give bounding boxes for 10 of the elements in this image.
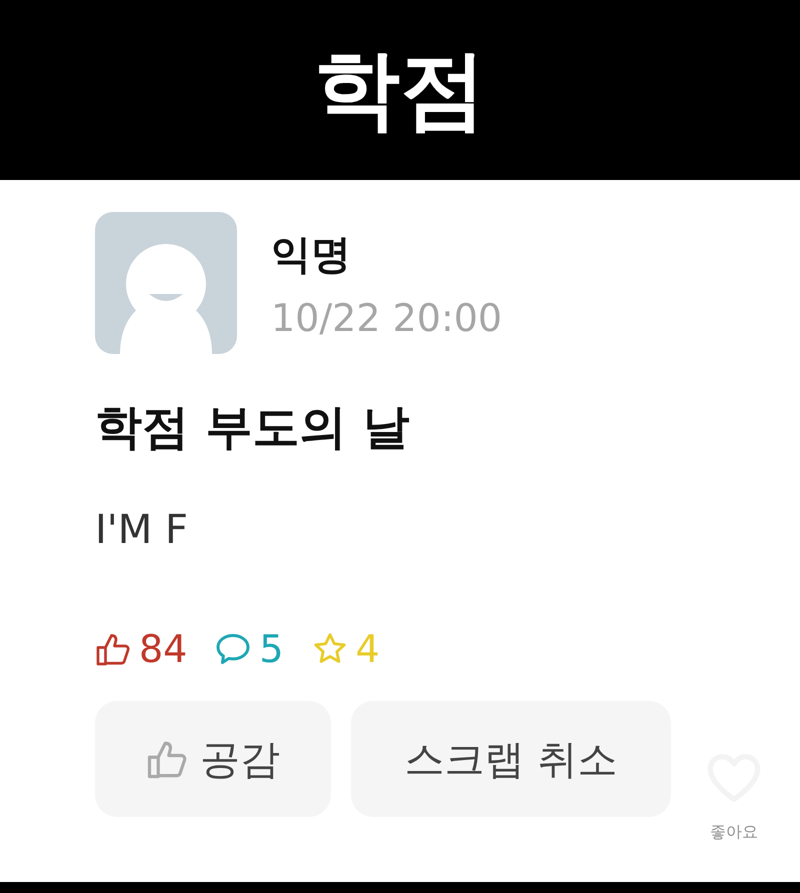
caption-title: 학점: [314, 47, 486, 133]
post-body: I'M F: [95, 507, 190, 553]
scrap-count: 4: [356, 627, 380, 671]
post-title: 학점 부도의 날: [95, 399, 411, 457]
comment-count: 5: [259, 627, 284, 671]
scrap-cancel-button[interactable]: 스크랩 취소: [351, 701, 671, 817]
like-button[interactable]: 공감: [95, 701, 331, 817]
author-name: 익명: [271, 230, 352, 280]
like-count: 84: [139, 627, 188, 671]
post-time: 10/22 20:00: [271, 296, 502, 340]
